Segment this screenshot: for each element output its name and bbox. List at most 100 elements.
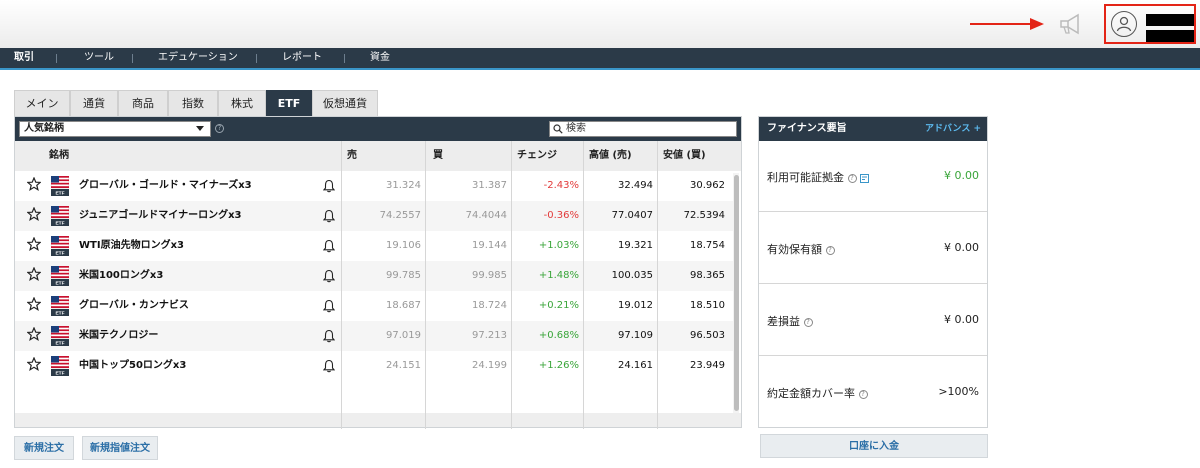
help-icon[interactable]: ?	[847, 173, 857, 183]
instrument-name[interactable]: 米国100ロングx3	[79, 261, 163, 291]
user-account-box[interactable]	[1104, 4, 1196, 44]
us-flag-icon: ETF	[51, 266, 69, 286]
sell-price[interactable]: 24.151	[341, 351, 421, 381]
table-row[interactable]: ETF グローバル・カンナビス 18.687 18.724 +0.21% 19.012 18…	[15, 291, 735, 321]
tab-currency[interactable]: 通貨	[70, 90, 118, 116]
new-order-button[interactable]: 新規注文	[14, 436, 74, 460]
summary-row-available-margin: 利用可能証拠金 ? ¥ 0.00	[759, 141, 987, 212]
high-price: 77.0407	[611, 210, 653, 221]
calculator-icon[interactable]	[860, 173, 869, 183]
col-header-high[interactable]: 高値 (売)	[589, 141, 632, 171]
table-row[interactable]: ETF 米国100ロングx3 99.785 99.985 +1.48% 100.035 98…	[15, 261, 735, 291]
instrument-name[interactable]: ジュニアゴールドマイナーロングx3	[79, 201, 242, 231]
redacted-account-id	[1146, 30, 1194, 42]
search-icon	[553, 124, 563, 134]
buy-price[interactable]: 18.724	[427, 291, 507, 321]
change-percent: +0.21%	[538, 300, 579, 311]
nav-funds[interactable]: 資金	[370, 48, 390, 68]
buy-price[interactable]: 19.144	[427, 231, 507, 261]
available-margin-value: ¥ 0.00	[944, 169, 979, 182]
bell-icon[interactable]	[323, 209, 335, 223]
change-percent: +1.48%	[538, 270, 579, 281]
table-row[interactable]: ETF ジュニアゴールドマイナーロングx3 74.2557 74.4044 -0.36%…	[15, 201, 735, 231]
instrument-name[interactable]: 中国トップ50ロングx3	[79, 351, 186, 381]
tab-indices[interactable]: 指数	[168, 90, 218, 116]
deposit-button[interactable]: 口座に入金	[760, 434, 988, 458]
sell-price[interactable]: 97.019	[341, 321, 421, 351]
coverage-value: >100%	[938, 385, 979, 398]
col-header-sell[interactable]: 売	[347, 141, 357, 171]
effective-holdings-label: 有効保有額	[767, 243, 822, 256]
instrument-name[interactable]: グローバル・カンナビス	[79, 291, 189, 321]
nav-tools[interactable]: ツール	[84, 48, 114, 68]
star-icon[interactable]	[27, 297, 41, 311]
table-row[interactable]: ETF 米国テクノロジー 97.019 97.213 +0.68% 97.109 96.50…	[15, 321, 735, 351]
star-icon[interactable]	[27, 357, 41, 371]
advanced-link[interactable]: アドバンス +	[925, 117, 981, 141]
star-icon[interactable]	[27, 207, 41, 221]
sell-price[interactable]: 31.324	[341, 171, 421, 201]
us-flag-icon: ETF	[51, 296, 69, 316]
help-icon[interactable]: ?	[825, 245, 835, 255]
search-input[interactable]: 検索	[549, 121, 737, 137]
table-row[interactable]: ETF 中国トップ50ロングx3 24.151 24.199 +1.26% 24.161 2…	[15, 351, 735, 381]
help-icon[interactable]: ?	[858, 389, 868, 399]
col-header-buy[interactable]: 買	[433, 141, 443, 171]
instrument-name[interactable]: WTI原油先物ロングx3	[79, 231, 184, 261]
nav-trade[interactable]: 取引	[14, 48, 34, 68]
instrument-name[interactable]: 米国テクノロジー	[79, 321, 158, 351]
instrument-filter-select[interactable]: 人気銘柄	[19, 121, 211, 137]
bell-icon[interactable]	[323, 299, 335, 313]
bell-icon[interactable]	[323, 179, 335, 193]
scrollbar-thumb[interactable]	[734, 175, 739, 411]
tab-main[interactable]: メイン	[14, 90, 70, 116]
bell-icon[interactable]	[323, 329, 335, 343]
star-icon[interactable]	[27, 327, 41, 341]
star-icon[interactable]	[27, 177, 41, 191]
bell-icon[interactable]	[323, 269, 335, 283]
effective-holdings-value: ¥ 0.00	[944, 241, 979, 254]
column-divider	[511, 141, 512, 429]
sell-price[interactable]: 99.785	[341, 261, 421, 291]
sell-price[interactable]: 19.106	[341, 231, 421, 261]
col-header-change[interactable]: チェンジ	[517, 141, 557, 171]
sell-price[interactable]: 18.687	[341, 291, 421, 321]
table-row[interactable]: ETF グローバル・ゴールド・マイナーズx3 31.324 31.387 -2.43% 3…	[15, 171, 735, 201]
sell-price[interactable]: 74.2557	[341, 201, 421, 231]
table-row[interactable]: ETF WTI原油先物ロングx3 19.106 19.144 +1.03% 19.321 1…	[15, 231, 735, 261]
nav-education[interactable]: エデュケーション	[158, 48, 238, 68]
search-placeholder: 検索	[566, 123, 586, 134]
instrument-name[interactable]: グローバル・ゴールド・マイナーズx3	[79, 171, 252, 201]
buy-price[interactable]: 31.387	[427, 171, 507, 201]
nav-reports[interactable]: レポート	[282, 48, 322, 68]
chevron-down-icon	[196, 126, 204, 131]
col-header-name[interactable]: 銘柄	[49, 141, 69, 171]
filter-selected-label: 人気銘柄	[24, 123, 64, 134]
bell-icon[interactable]	[323, 359, 335, 373]
buy-price[interactable]: 99.985	[427, 261, 507, 291]
col-header-low[interactable]: 安値 (買)	[663, 141, 706, 171]
tab-crypto[interactable]: 仮想通貨	[312, 90, 378, 116]
tab-commodities[interactable]: 商品	[118, 90, 168, 116]
help-icon[interactable]: ?	[803, 317, 813, 327]
help-icon[interactable]: ?	[215, 124, 224, 133]
star-icon[interactable]	[27, 237, 41, 251]
high-price: 100.035	[611, 270, 653, 281]
flag-badge: ETF	[55, 281, 64, 286]
buy-price[interactable]: 24.199	[427, 351, 507, 381]
instrument-panel: 人気銘柄 ? 検索 銘柄 売 買 チェンジ 高値 (売) 安値 (買) ETF グ…	[14, 116, 742, 429]
tab-stocks[interactable]: 株式	[218, 90, 266, 116]
user-icon[interactable]	[1111, 11, 1137, 37]
star-icon[interactable]	[27, 267, 41, 281]
tab-etf[interactable]: ETF	[266, 90, 312, 116]
bell-icon[interactable]	[323, 239, 335, 253]
buy-price[interactable]: 74.4044	[427, 201, 507, 231]
buy-price[interactable]: 97.213	[427, 321, 507, 351]
finance-summary-header: ファイナンス要旨 アドバンス +	[759, 117, 987, 141]
summary-row-pnl: 差損益 ? ¥ 0.00	[759, 285, 987, 356]
megaphone-icon[interactable]	[1058, 12, 1084, 36]
new-limit-order-button[interactable]: 新規指値注文	[82, 436, 158, 460]
effective-holdings-label-group: 有効保有額 ?	[767, 241, 835, 257]
red-arrow-icon	[970, 18, 1044, 30]
nav-divider	[56, 54, 57, 63]
